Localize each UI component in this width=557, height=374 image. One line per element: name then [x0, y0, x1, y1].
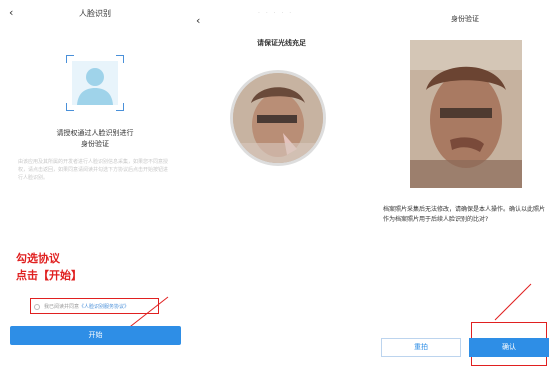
instruction-annotation: 勾选协议 点击【开始】 — [16, 250, 82, 284]
page-title: 人脸识别 — [79, 9, 111, 18]
auth-prompt-line2: 身份验证 — [81, 140, 109, 148]
face-capture-preview — [230, 70, 326, 166]
captured-face-photo — [410, 40, 522, 188]
person-silhouette-icon — [72, 61, 118, 105]
back-icon[interactable]: ‹ — [196, 14, 200, 27]
lighting-instruction: 请保证光线充足 — [257, 39, 306, 47]
auth-prompt: 请授权通过人脸识别进行 身份验证 — [10, 128, 180, 150]
privacy-notice: 由该应用及其所属的开发者进行人脸识别信息采集，如果您不同意授权，请点击返回，如果… — [18, 159, 169, 181]
confirm-button[interactable]: 确认 — [469, 338, 549, 357]
agreement-radio[interactable] — [34, 303, 40, 310]
page-title: 身份验证 — [451, 15, 479, 23]
agreement-checkbox-row[interactable]: 我已阅读并同意 《人脸识别服务协议》 — [34, 303, 129, 310]
face-capture-screen: ‹ · · · · · 请保证光线充足 — [190, 0, 373, 374]
auth-prompt-line1: 请授权通过人脸识别进行 — [56, 129, 134, 137]
annotation-line1: 勾选协议 — [16, 252, 60, 265]
status-dots: · · · · · — [258, 10, 294, 17]
annotation-line2: 点击【开始】 — [16, 269, 82, 282]
face-frame — [66, 55, 124, 111]
face-auth-intro-screen: ‹ 人脸识别 请授权通过人脸识别进行 身份验证 由该应用及其所属的开发者进行人脸… — [0, 0, 190, 374]
agreement-prefix: 我已阅读并同意 — [44, 304, 80, 310]
agreement-link[interactable]: 《人脸识别服务协议》 — [79, 303, 129, 310]
photo-confirm-description: 档案照片采集后无法修改，请确保是本人操作。确认以此照片作为档案照片用于后续人脸识… — [383, 206, 546, 223]
retake-button[interactable]: 重拍 — [381, 338, 461, 357]
annotation-arrow — [494, 283, 532, 321]
start-button[interactable]: 开始 — [10, 326, 181, 345]
identity-verify-screen: 身份验证 档案照片采集后无法修改，请确保是本人操作。确认以此照片作为档案照片用于… — [373, 0, 557, 374]
